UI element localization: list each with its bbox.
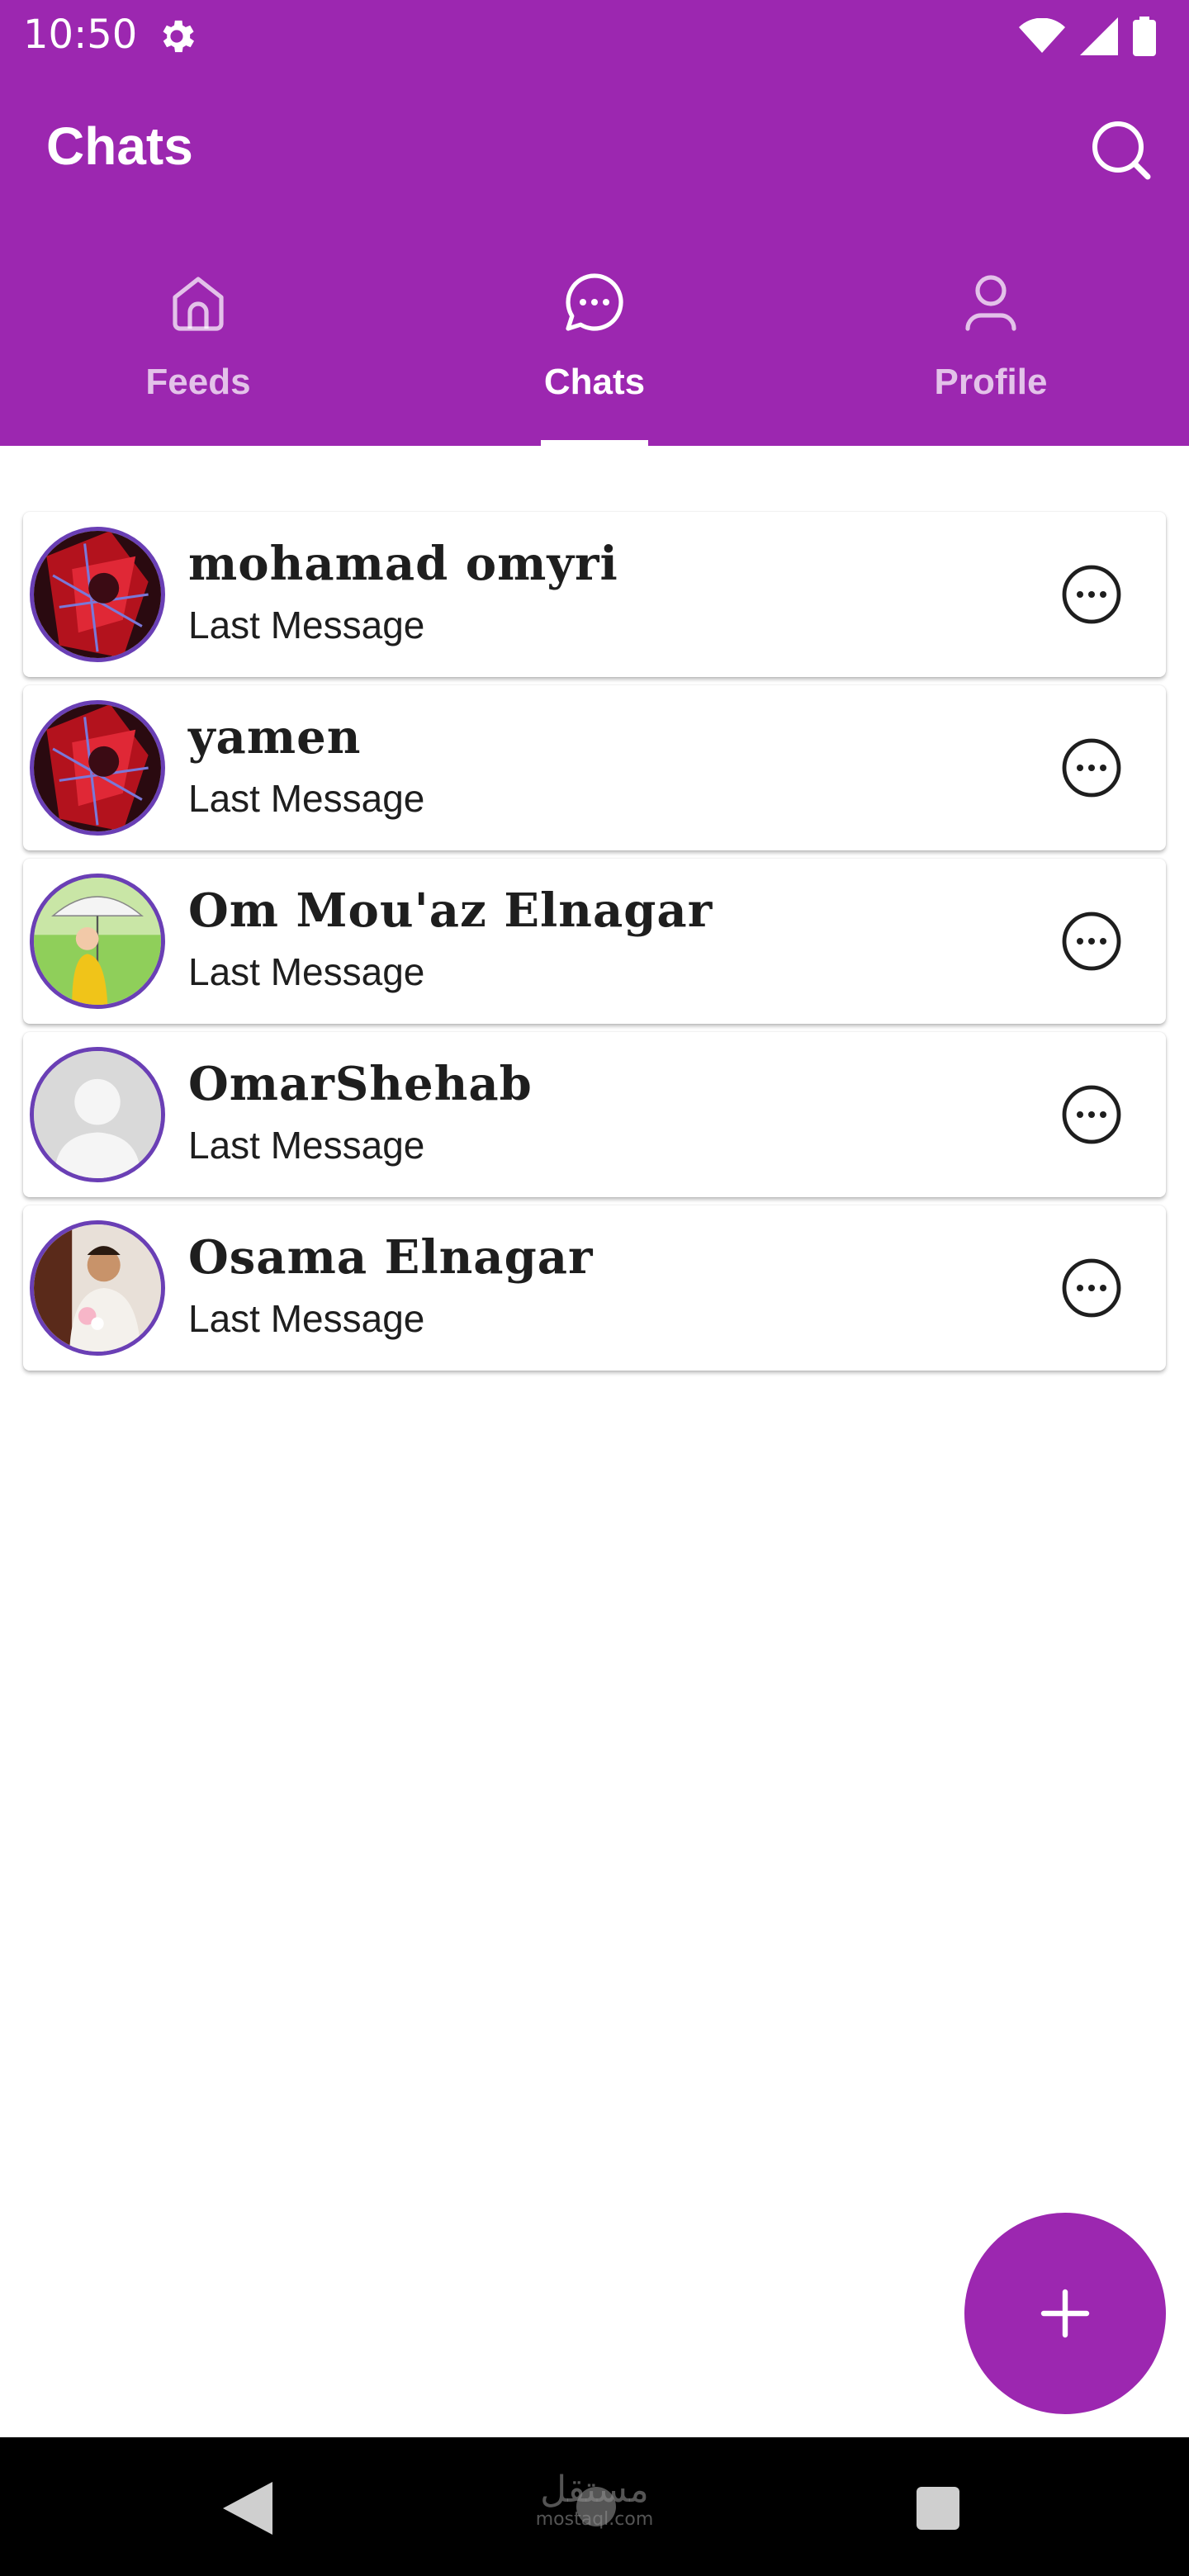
avatar-photo: [34, 531, 161, 658]
tab-profile[interactable]: Profile: [793, 248, 1189, 446]
chat-list: mohamad omyri Last Message yamen Last Me…: [23, 512, 1166, 1379]
tab-bar: Feeds Chats Profile: [0, 248, 1189, 446]
avatar: [30, 527, 165, 662]
settings-gear-icon: [163, 20, 195, 53]
more-options-icon[interactable]: [1060, 736, 1123, 799]
home-icon: [173, 277, 224, 331]
chat-last-message: Last Message: [188, 604, 425, 646]
more-options-icon[interactable]: [1060, 563, 1123, 626]
chat-contact-name: Om Mou'az Elnagar: [188, 883, 713, 938]
chat-last-message: Last Message: [188, 1124, 425, 1167]
chat-list-item[interactable]: mohamad omyri Last Message: [23, 512, 1166, 677]
chat-list-item[interactable]: OmarShehab Last Message: [23, 1032, 1166, 1197]
avatar-photo: [34, 1224, 161, 1352]
chat-list-item[interactable]: Osama Elnagar Last Message: [23, 1205, 1166, 1371]
tab-label: Profile: [934, 362, 1048, 402]
chat-list-item[interactable]: Om Mou'az Elnagar Last Message: [23, 859, 1166, 1024]
tab-label: Feeds: [145, 362, 251, 402]
more-options-icon[interactable]: [1060, 1257, 1123, 1319]
chat-list-item[interactable]: yamen Last Message: [23, 685, 1166, 850]
active-tab-indicator: [541, 440, 648, 446]
new-chat-fab[interactable]: [964, 2213, 1166, 2414]
search-icon[interactable]: [1090, 119, 1153, 182]
avatar-photo: [34, 704, 161, 831]
tab-chats[interactable]: Chats: [396, 248, 793, 446]
watermark-latin: mostaql.com: [535, 2509, 654, 2530]
tab-feeds[interactable]: Feeds: [0, 248, 396, 446]
chat-last-message: Last Message: [188, 1297, 425, 1340]
avatar-photo: [34, 878, 161, 1005]
watermark: مستقل mostaql.com: [520, 2470, 669, 2530]
avatar: [30, 1220, 165, 1356]
back-icon[interactable]: [223, 2482, 272, 2535]
wifi-icon: [1019, 18, 1065, 53]
chat-contact-name: yamen: [188, 710, 362, 765]
status-time: 10:50: [23, 12, 138, 58]
tab-label: Chats: [543, 362, 646, 402]
page-title: Chats: [46, 116, 193, 176]
app-header: 10:50 Chats Feeds Chats Profile: [0, 0, 1189, 446]
chat-contact-name: mohamad omyri: [188, 537, 618, 591]
chat-contact-name: Osama Elnagar: [188, 1230, 594, 1285]
more-options-icon[interactable]: [1060, 1083, 1123, 1146]
system-navigation-bar: مستقل mostaql.com: [0, 2437, 1189, 2576]
signal-icon: [1080, 17, 1118, 55]
default-avatar-icon: [34, 1051, 161, 1178]
chat-last-message: Last Message: [188, 777, 425, 820]
avatar: [30, 700, 165, 836]
chat-last-message: Last Message: [188, 950, 425, 993]
status-icons: [1019, 15, 1156, 58]
person-icon: [965, 275, 1016, 331]
chat-contact-name: OmarShehab: [188, 1057, 533, 1111]
watermark-arabic: مستقل: [540, 2469, 649, 2511]
plus-icon: [1040, 2289, 1090, 2338]
chat-bubble-icon: [566, 273, 623, 331]
battery-icon: [1133, 17, 1156, 56]
status-bar: 10:50: [0, 0, 1189, 71]
avatar: [30, 874, 165, 1009]
more-options-icon[interactable]: [1060, 910, 1123, 973]
avatar: [30, 1047, 165, 1182]
recent-apps-button[interactable]: [917, 2487, 959, 2530]
